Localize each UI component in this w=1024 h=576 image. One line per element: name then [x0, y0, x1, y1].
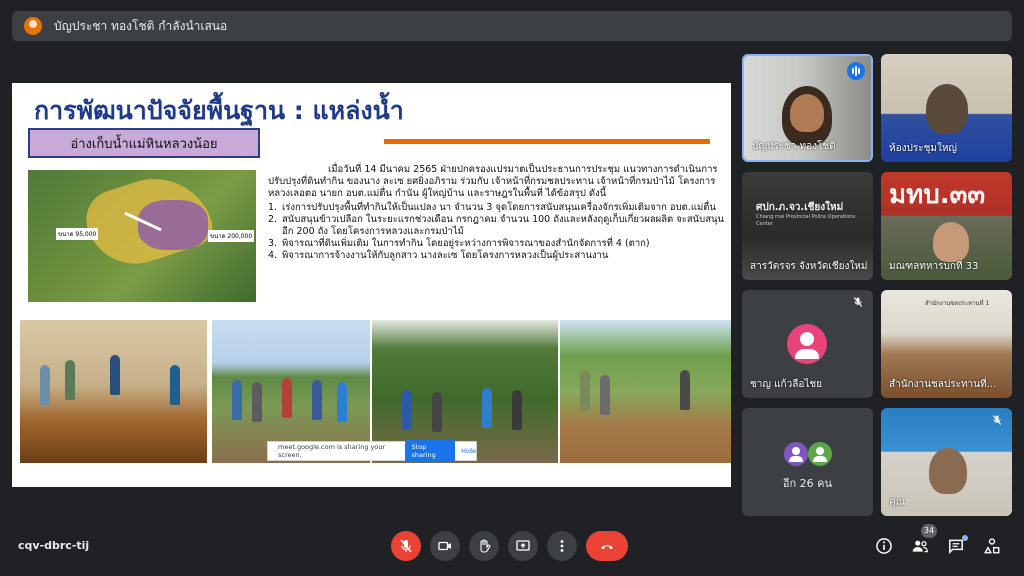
present-screen-icon: [516, 540, 530, 551]
participant-tile[interactable]: สำนักงานชลประทานที่ 1 สำนักงานชลประทานที…: [881, 290, 1012, 398]
leave-call-button[interactable]: [586, 531, 628, 561]
end-call-icon: [601, 545, 613, 550]
camera-icon: [438, 541, 451, 551]
people-button[interactable]: [909, 535, 931, 557]
others-tile[interactable]: อีก 26 คน: [742, 408, 873, 516]
participant-name: สารวัตรจร จังหวัดเชียงใหม่: [750, 261, 868, 272]
chat-unread-dot: [962, 535, 968, 541]
mic-toggle-button[interactable]: [391, 531, 421, 561]
muted-icon: [990, 414, 1004, 428]
shared-screen-slide: การพัฒนาปัจจัยพื้นฐาน : แหล่งน้ำ อ่างเก็…: [12, 83, 731, 487]
participant-tile[interactable]: ศปก.ภ.จว.เชียงใหม่ Chiang mai Provincial…: [742, 172, 873, 280]
map-label: ขนาด 95,000: [56, 228, 99, 240]
slide-paragraph: เมื่อวันที่ 14 มีนาคม 2565 ฝ่ายปกครองแปร…: [268, 164, 718, 200]
speaking-indicator-icon: [847, 62, 865, 80]
participant-tile[interactable]: ห้องประชุมใหญ่: [881, 54, 1012, 162]
police-center-sign: ศปก.ภ.จว.เชียงใหม่: [756, 202, 844, 213]
camera-toggle-button[interactable]: [430, 531, 460, 561]
slide-title: การพัฒนาปัจจัยพื้นฐาน : แหล่งน้ำ: [34, 96, 404, 125]
participant-tile[interactable]: ชาญ แก้วลือไชย: [742, 290, 873, 398]
slide-orange-rule: [384, 139, 710, 144]
raise-hand-button[interactable]: [469, 531, 499, 561]
meeting-code: cqv-dbrc-tij: [18, 539, 90, 552]
activities-icon: [984, 538, 1000, 554]
self-tile[interactable]: คุณ: [881, 408, 1012, 516]
raise-hand-icon: [480, 539, 491, 553]
activities-button[interactable]: [981, 535, 1003, 557]
list-item: 4. พิจารณาการจ้างงานให้กับลูกสาว นางละเซ …: [268, 250, 609, 262]
participant-name: บัญประชา ทองโชติ: [752, 141, 836, 152]
people-icon: [912, 540, 928, 553]
presenting-text: บัญประชา ทองโชติ กำลังนำเสนอ: [54, 18, 228, 33]
land-clearing-photo: [560, 320, 731, 463]
list-item: 1. เร่งการปรับปรุงพื้นที่ทำกินให้เป็นแปลง…: [268, 201, 716, 213]
info-icon: [876, 538, 892, 554]
hide-sharing-bar-button[interactable]: Hide: [461, 447, 476, 455]
stop-sharing-button[interactable]: Stop sharing: [404, 440, 456, 462]
reservoir-map-image: ขนาด 95,000 ขนาด 200,000: [28, 170, 256, 302]
screen-sharing-bar: meet.google.com is sharing your screen. …: [267, 440, 477, 462]
present-now-button[interactable]: [508, 531, 538, 561]
presenting-banner: บัญประชา ทองโชติ กำลังนำเสนอ: [12, 11, 1012, 41]
presenter-avatar: [24, 17, 42, 35]
more-options-button[interactable]: [547, 531, 577, 561]
meeting-details-button[interactable]: [873, 535, 895, 557]
participant-name: สำนักงานชลประทานที่...: [889, 379, 997, 390]
slide-subhead: อ่างเก็บน้ำแม่หินหลวงน้อย: [28, 128, 260, 158]
meeting-room-photo: [20, 320, 207, 463]
slide-list: 1. เร่งการปรับปรุงพื้นที่ทำกินให้เป็นแปลง…: [268, 202, 728, 263]
participant-name: ชาญ แก้วลือไชย: [750, 379, 823, 390]
participant-name: คุณ: [889, 497, 905, 508]
office-sign: สำนักงานชลประทานที่ 1: [925, 300, 990, 307]
participant-name: ห้องประชุมใหญ่: [889, 143, 957, 154]
more-options-icon: [560, 540, 564, 552]
list-item: 2. สนับสนุนข้าวเปลือก ในระยะแรกช่วงเดือน …: [268, 213, 724, 238]
participant-name: มณฑลทหารบกที่ 33: [889, 261, 979, 272]
slide-body-text: เมื่อวันที่ 14 มีนาคม 2565 ฝ่ายปกครองแปร…: [268, 164, 728, 263]
participant-tile[interactable]: บัญประชา ทองโชติ: [742, 54, 873, 162]
participant-tile[interactable]: มทบ.๓๓ มณฑลทหารบกที่ 33: [881, 172, 1012, 280]
participant-count-badge: 34: [921, 524, 937, 538]
police-center-sign-en: Chiang mai Provincial Police Operations …: [756, 214, 856, 227]
participant-avatar: [808, 442, 832, 466]
mic-off-icon: [400, 539, 412, 553]
muted-icon: [851, 296, 865, 310]
map-label: ขนาด 200,000: [208, 230, 255, 242]
participant-avatar: [787, 324, 827, 364]
participant-avatar: [784, 442, 808, 466]
others-count-label: อีก 26 คน: [782, 477, 833, 490]
sharing-message: meet.google.com is sharing your screen.: [278, 443, 386, 459]
list-item: 3. พิจารณาที่ดินเพิ่มเติม ในการทำกิน โดยอ…: [268, 238, 650, 250]
military-sign: มทบ.๓๓: [889, 180, 986, 210]
